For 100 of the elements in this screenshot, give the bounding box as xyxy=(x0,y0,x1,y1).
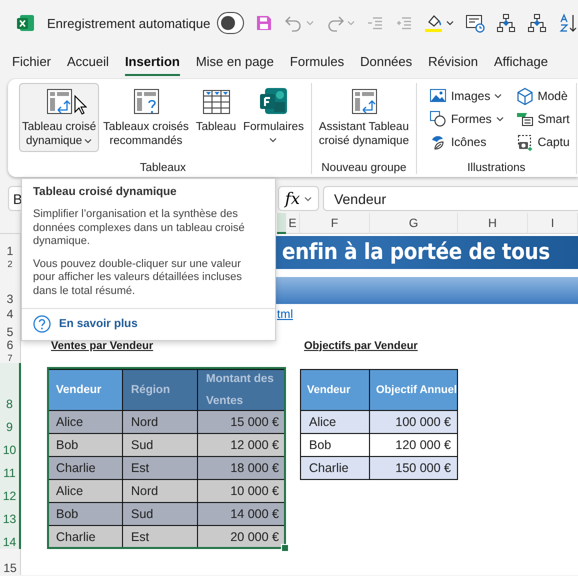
caret-icon xyxy=(494,93,502,99)
screenshot-icon xyxy=(516,133,534,151)
hierarchy-icon[interactable] xyxy=(527,13,547,33)
help-icon[interactable] xyxy=(33,315,51,333)
icons-button[interactable]: Icônes xyxy=(426,131,506,153)
menu-tab[interactable]: Données xyxy=(353,46,420,78)
table-button[interactable]: Tableau xyxy=(192,83,240,138)
row-header[interactable]: 7 xyxy=(0,352,21,363)
pivot-table-button[interactable]: Assistant Tableau croisé dynamique xyxy=(316,83,412,152)
column-header[interactable]: H xyxy=(458,213,528,234)
form-clock-icon[interactable] xyxy=(465,13,485,33)
caret-icon xyxy=(446,20,454,26)
autosave-toggle[interactable] xyxy=(217,12,244,34)
fill-color-icon[interactable] xyxy=(424,13,444,33)
row-header[interactable]: 11 xyxy=(0,457,21,480)
table-cell: Sud xyxy=(123,434,198,457)
column-heading: Montant des Ventes xyxy=(198,369,286,411)
tooltip-title: Tableau croisé dynamique xyxy=(33,186,178,198)
row-header[interactable]: 3 xyxy=(0,269,21,306)
menu-tab[interactable]: Affichage xyxy=(487,46,555,78)
table-title: Ventes par Vendeur xyxy=(50,340,154,352)
image-icon xyxy=(428,87,447,105)
table-cell: 12 000 € xyxy=(198,434,286,457)
column-header[interactable] xyxy=(277,213,286,234)
row-header[interactable]: 2 xyxy=(0,258,21,269)
row-header[interactable]: 15 xyxy=(0,549,21,575)
row-header[interactable]: 5 xyxy=(0,321,21,339)
row-header[interactable]: 14 xyxy=(0,526,21,549)
table-title: Objectifs par Vendeur xyxy=(303,340,419,352)
menu-tab[interactable]: Fichier xyxy=(5,46,58,78)
smartart-button[interactable]: Smart xyxy=(514,108,572,130)
column-header[interactable]: I xyxy=(528,213,578,234)
caret-icon xyxy=(347,20,355,26)
row-header[interactable]: 4 xyxy=(0,306,21,321)
table-cell: Bob xyxy=(47,503,123,526)
table-cell: Nord xyxy=(123,411,198,434)
autosave-label: Enregistrement automatique xyxy=(47,16,210,30)
fill-handle[interactable] xyxy=(281,544,289,552)
row-header[interactable]: 12 xyxy=(0,480,21,503)
table-cell: Nord xyxy=(123,480,198,503)
3d-models-button[interactable]: Modè xyxy=(514,85,572,107)
menu-tab[interactable]: Accueil xyxy=(60,46,116,78)
table-cell: 100 000 € xyxy=(370,411,458,434)
table-cell: Charlie xyxy=(47,457,123,480)
caret-icon xyxy=(304,196,312,202)
formula-field[interactable]: Vendeur xyxy=(322,186,578,211)
caret-icon xyxy=(306,20,314,26)
screenshot-button[interactable]: Captu xyxy=(514,131,572,153)
table-cell: Charlie xyxy=(300,457,370,480)
caret-icon xyxy=(269,137,278,143)
table-cell: 120 000 € xyxy=(370,434,458,457)
table-cell: 10 000 € xyxy=(198,480,286,503)
smartart-icon xyxy=(516,110,534,128)
menu-tab[interactable]: Mise en page xyxy=(188,46,281,78)
column-header[interactable]: F xyxy=(300,213,370,234)
table-cell: Sud xyxy=(123,503,198,526)
images-button[interactable]: Images xyxy=(426,85,506,107)
caret-icon xyxy=(84,138,92,144)
row-header[interactable]: 8 xyxy=(0,363,21,411)
row-header[interactable]: 1 xyxy=(0,234,21,258)
row-header[interactable]: 10 xyxy=(0,434,21,457)
table-cell: Alice xyxy=(47,480,123,503)
learn-more-link[interactable]: En savoir plus xyxy=(59,318,138,330)
hierarchy-icon[interactable] xyxy=(496,13,516,33)
menu-tab[interactable]: Formules xyxy=(282,46,352,78)
table-cell: Alice xyxy=(300,411,370,434)
table-cell: 14 000 € xyxy=(198,503,286,526)
table-cell: Alice xyxy=(47,411,123,434)
row-header[interactable]: 9 xyxy=(0,411,21,434)
row-header[interactable]: 13 xyxy=(0,503,21,526)
column-heading: Vendeur xyxy=(47,369,123,411)
table-cell: Bob xyxy=(47,434,123,457)
column-header[interactable]: G xyxy=(370,213,458,234)
column-heading: Région xyxy=(123,369,198,411)
column-header[interactable]: E xyxy=(286,213,300,234)
row-header[interactable]: 6 xyxy=(0,339,21,352)
column-heading: Vendeur xyxy=(300,369,370,411)
cursor-icon xyxy=(74,95,87,115)
group-label: Illustrations xyxy=(466,161,526,174)
table-cell: 15 000 € xyxy=(198,411,286,434)
column-heading: Objectif Annuel xyxy=(370,369,458,411)
spreadsheet-app-icon xyxy=(17,14,35,32)
menu-tab[interactable]: Révision xyxy=(421,46,485,78)
sort-icon[interactable] xyxy=(558,13,578,33)
table-cell: Bob xyxy=(300,434,370,457)
pivot-table-button[interactable]: Tableau croisé dynamique xyxy=(19,83,100,152)
table-cell: 18 000 € xyxy=(198,457,286,480)
save-icon[interactable] xyxy=(255,14,273,32)
recommended-pivot-button[interactable]: Tableaux croisés recommandés xyxy=(100,83,192,152)
cube-icon xyxy=(516,87,534,105)
table-cell: 150 000 € xyxy=(370,457,458,480)
table-cell: Est xyxy=(123,526,198,549)
forms-button[interactable]: Formulaires xyxy=(240,83,307,147)
insert-function-button[interactable]: fx xyxy=(278,186,319,211)
forms-app-icon xyxy=(257,85,290,117)
table-cell: Est xyxy=(123,457,198,480)
caret-icon xyxy=(496,116,504,122)
group-label: Nouveau groupe xyxy=(320,161,408,174)
shapes-button[interactable]: Formes xyxy=(426,108,506,130)
shapes-icon xyxy=(428,110,447,128)
